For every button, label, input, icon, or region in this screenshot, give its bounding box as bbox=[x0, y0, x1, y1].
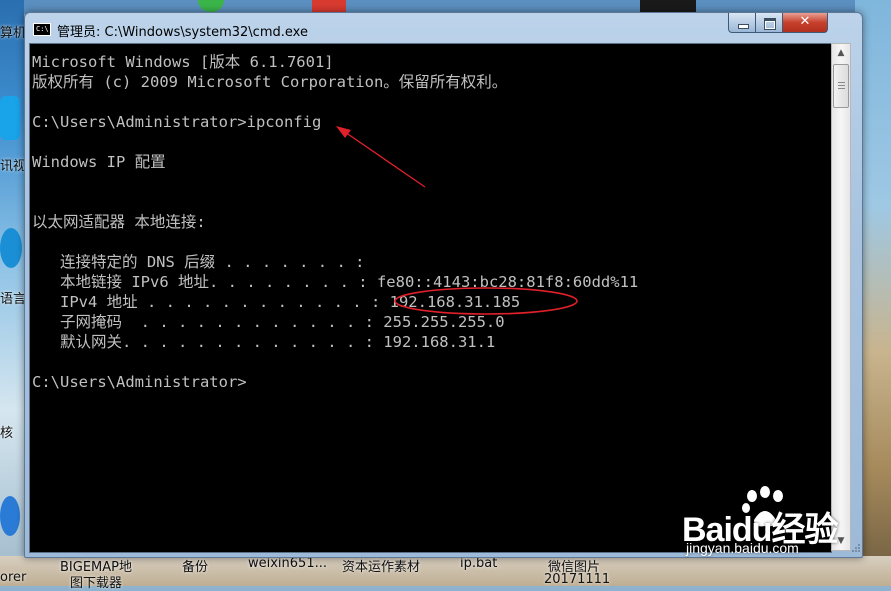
maximize-button[interactable] bbox=[755, 13, 783, 33]
console-line: 子网掩码 . . . . . . . . . . . . : 255.255.2… bbox=[32, 313, 505, 331]
desktop-icon-qt[interactable] bbox=[0, 228, 22, 268]
console-line: Microsoft Windows [版本 6.1.7601] bbox=[32, 53, 334, 71]
desktop-label[interactable]: 语言 bbox=[0, 288, 26, 307]
watermark-url: jingyan.baidu.com bbox=[686, 540, 799, 556]
console-line: 以太网适配器 本地连接: bbox=[32, 213, 206, 231]
desktop-icon-green[interactable] bbox=[198, 0, 224, 12]
title-bar[interactable]: C:\ 管理员: C:\Windows\system32\cmd.exe ✕ bbox=[25, 13, 862, 43]
window-title: 管理员: C:\Windows\system32\cmd.exe bbox=[57, 25, 308, 40]
maximize-icon bbox=[764, 18, 776, 30]
console-line: C:\Users\Administrator> bbox=[32, 373, 247, 391]
cmd-window[interactable]: C:\ 管理员: C:\Windows\system32\cmd.exe ✕ M… bbox=[24, 12, 863, 558]
desktop-label[interactable]: weixin651... bbox=[248, 556, 327, 571]
desktop-label[interactable]: 20171111 bbox=[544, 572, 610, 587]
console-line: 本地链接 IPv6 地址. . . . . . . . : fe80::4143… bbox=[32, 273, 639, 291]
minimize-icon bbox=[738, 24, 749, 29]
desktop-label[interactable]: 备份 bbox=[182, 556, 208, 575]
console-line: IPv4 地址 . . . . . . . . . . . . : 192.16… bbox=[32, 293, 521, 311]
desktop-label[interactable]: 算机 bbox=[0, 22, 26, 41]
scrollbar-thumb[interactable] bbox=[833, 64, 849, 108]
resize-grip-icon[interactable] bbox=[851, 541, 861, 553]
desktop-label[interactable]: 图下载器 bbox=[70, 572, 122, 591]
cmd-icon[interactable]: C:\ bbox=[33, 23, 51, 36]
console-output[interactable]: Microsoft Windows [版本 6.1.7601] 版权所有 (c)… bbox=[29, 43, 832, 553]
console-line: C:\Users\Administrator>ipconfig bbox=[32, 113, 322, 131]
console-line: 版权所有 (c) 2009 Microsoft Corporation。保留所有… bbox=[32, 73, 508, 91]
desktop-label[interactable]: orer bbox=[0, 570, 26, 585]
desktop-label[interactable]: 核 bbox=[0, 422, 13, 441]
desktop-bottom-row: orer BIGEMAP地 图下载器 备份 weixin651... 资本运作素… bbox=[0, 556, 891, 591]
close-icon: ✕ bbox=[799, 14, 811, 29]
desktop-label[interactable]: 资本运作素材 bbox=[342, 556, 420, 575]
close-button[interactable]: ✕ bbox=[782, 13, 828, 33]
vertical-scrollbar[interactable]: ▲ ▼ bbox=[831, 43, 851, 551]
minimize-button[interactable] bbox=[728, 13, 756, 33]
cmd-icon-label: C:\ bbox=[36, 25, 49, 33]
desktop-icon-e[interactable] bbox=[0, 496, 20, 536]
console-line: 连接特定的 DNS 后缀 . . . . . . . : bbox=[32, 253, 365, 271]
desktop-label[interactable]: ip.bat bbox=[460, 556, 497, 571]
console-line: 默认网关. . . . . . . . . . . . . : 192.168.… bbox=[32, 333, 496, 351]
desktop-icon-video[interactable] bbox=[0, 96, 20, 140]
console-line: Windows IP 配置 bbox=[32, 153, 166, 171]
desktop-label[interactable]: 讯视 bbox=[0, 155, 26, 174]
scroll-up-arrow-icon[interactable]: ▲ bbox=[832, 44, 850, 62]
